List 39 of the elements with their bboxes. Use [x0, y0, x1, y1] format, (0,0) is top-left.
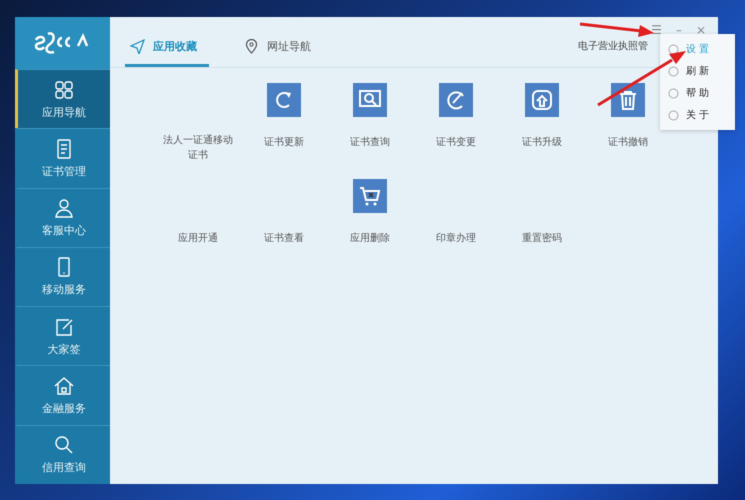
- sidebar-item[interactable]: 证书管理: [15, 128, 110, 188]
- person-icon: [53, 197, 75, 220]
- cart-icon: [358, 184, 382, 208]
- circle-icon: [668, 110, 679, 120]
- menu-item[interactable]: 关 于: [660, 104, 735, 126]
- app-icon-tile[interactable]: [525, 83, 559, 117]
- app-icon-tile[interactable]: [353, 83, 387, 117]
- app-link[interactable]: 证书查看: [249, 231, 319, 246]
- sidebar-item[interactable]: 客服中心: [15, 188, 110, 247]
- app-icon-tile[interactable]: [439, 83, 473, 117]
- app-link[interactable]: 印章办理: [421, 231, 491, 246]
- sidebar-item[interactable]: 应用导航: [15, 69, 110, 128]
- menu-item[interactable]: 帮 助: [660, 82, 735, 104]
- app-icon-tile[interactable]: [611, 83, 645, 117]
- grid-icon: [53, 78, 75, 101]
- sidebar-item[interactable]: 移动服务: [15, 246, 110, 306]
- sidebar-item[interactable]: 金融服务: [15, 365, 110, 425]
- app-icon-tile[interactable]: [353, 179, 387, 213]
- app-link[interactable]: 重置密码: [507, 231, 577, 246]
- app-link[interactable]: 法人一证通移动证书: [163, 133, 233, 163]
- send-icon: [130, 39, 145, 54]
- circle-icon: [668, 88, 679, 98]
- app-link[interactable]: 证书查询: [335, 135, 405, 150]
- sidebar-item[interactable]: 信用查询: [15, 424, 110, 484]
- house-icon: [53, 375, 75, 398]
- menu-item[interactable]: 刷 新: [660, 60, 735, 82]
- tab[interactable]: 网址导航: [239, 39, 323, 67]
- app-link[interactable]: 应用开通: [163, 231, 233, 246]
- app-link[interactable]: 证书撤销: [593, 135, 663, 150]
- app-link[interactable]: 证书升级: [507, 135, 577, 150]
- location-pin-icon: [244, 39, 259, 54]
- header-label: 电子营业执照管: [578, 40, 648, 54]
- app-link[interactable]: 应用删除: [335, 231, 405, 246]
- circle-icon: [668, 66, 679, 76]
- app-icon-tile[interactable]: [267, 83, 301, 117]
- sidebar-item[interactable]: 大家签: [15, 306, 110, 366]
- app-link[interactable]: 证书变更: [421, 135, 491, 150]
- circle-icon: [668, 44, 679, 54]
- app-link[interactable]: 证书更新: [249, 135, 319, 150]
